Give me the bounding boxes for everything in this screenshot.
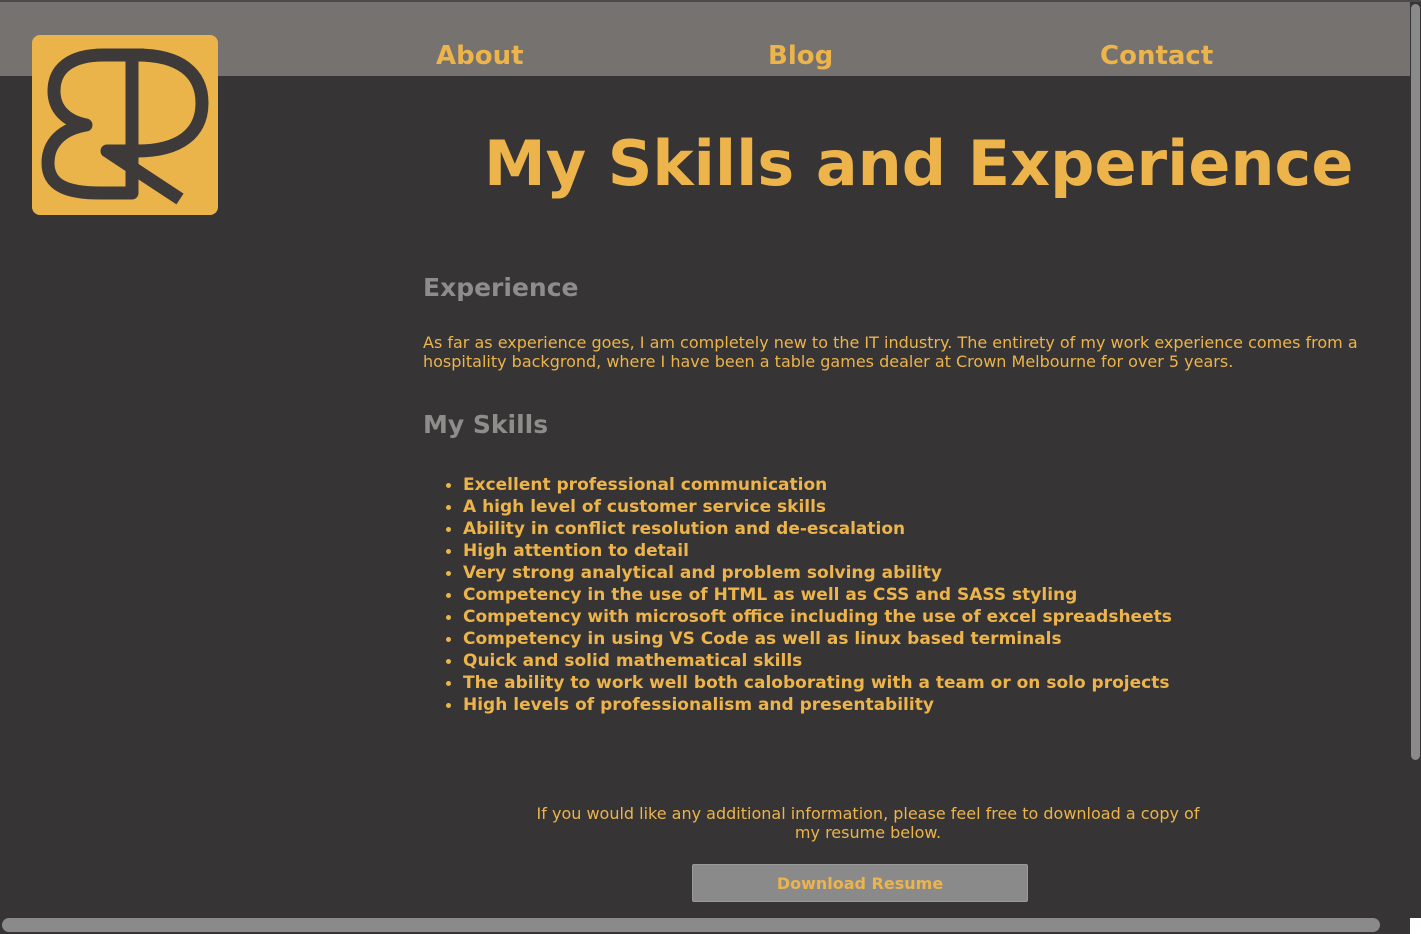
skill-item: Ability in conflict resolution and de-es…	[446, 518, 1172, 540]
skill-item: High attention to detail	[446, 540, 1172, 562]
resume-note: If you would like any additional informa…	[536, 804, 1200, 842]
skill-item: Very strong analytical and problem solvi…	[446, 562, 1172, 584]
skill-item: Excellent professional communication	[446, 474, 1172, 496]
skill-item: The ability to work well both caloborati…	[446, 672, 1172, 694]
skills-heading: My Skills	[423, 410, 549, 439]
br-monogram-logo[interactable]	[32, 35, 218, 215]
skill-item: Competency with microsoft office includi…	[446, 607, 1172, 627]
vertical-scrollbar-thumb[interactable]	[1411, 4, 1420, 760]
skill-item: Quick and solid mathematical skills	[446, 650, 1172, 672]
experience-text: As far as experience goes, I am complete…	[423, 333, 1358, 371]
skill-item: A high level of customer service skills	[446, 496, 1172, 518]
experience-heading: Experience	[423, 273, 579, 302]
nav-link-contact[interactable]: Contact	[1100, 40, 1213, 72]
skill-item: Competency in using VS Code as well as l…	[446, 628, 1172, 650]
page-title: My Skills and Experience	[484, 127, 1354, 200]
nav-link-blog[interactable]: Blog	[768, 40, 833, 72]
skill-item: High levels of professionalism and prese…	[446, 694, 1172, 716]
horizontal-scrollbar-thumb[interactable]	[2, 918, 1380, 932]
scrollbar-corner	[1410, 918, 1421, 934]
download-resume-button[interactable]: Download Resume	[692, 864, 1028, 902]
skills-list: Excellent professional communication A h…	[446, 474, 1172, 716]
skill-item: Competency in the use of HTML as well as…	[446, 584, 1172, 606]
br-logo-icon	[41, 48, 209, 205]
nav-link-about[interactable]: About	[436, 40, 524, 72]
